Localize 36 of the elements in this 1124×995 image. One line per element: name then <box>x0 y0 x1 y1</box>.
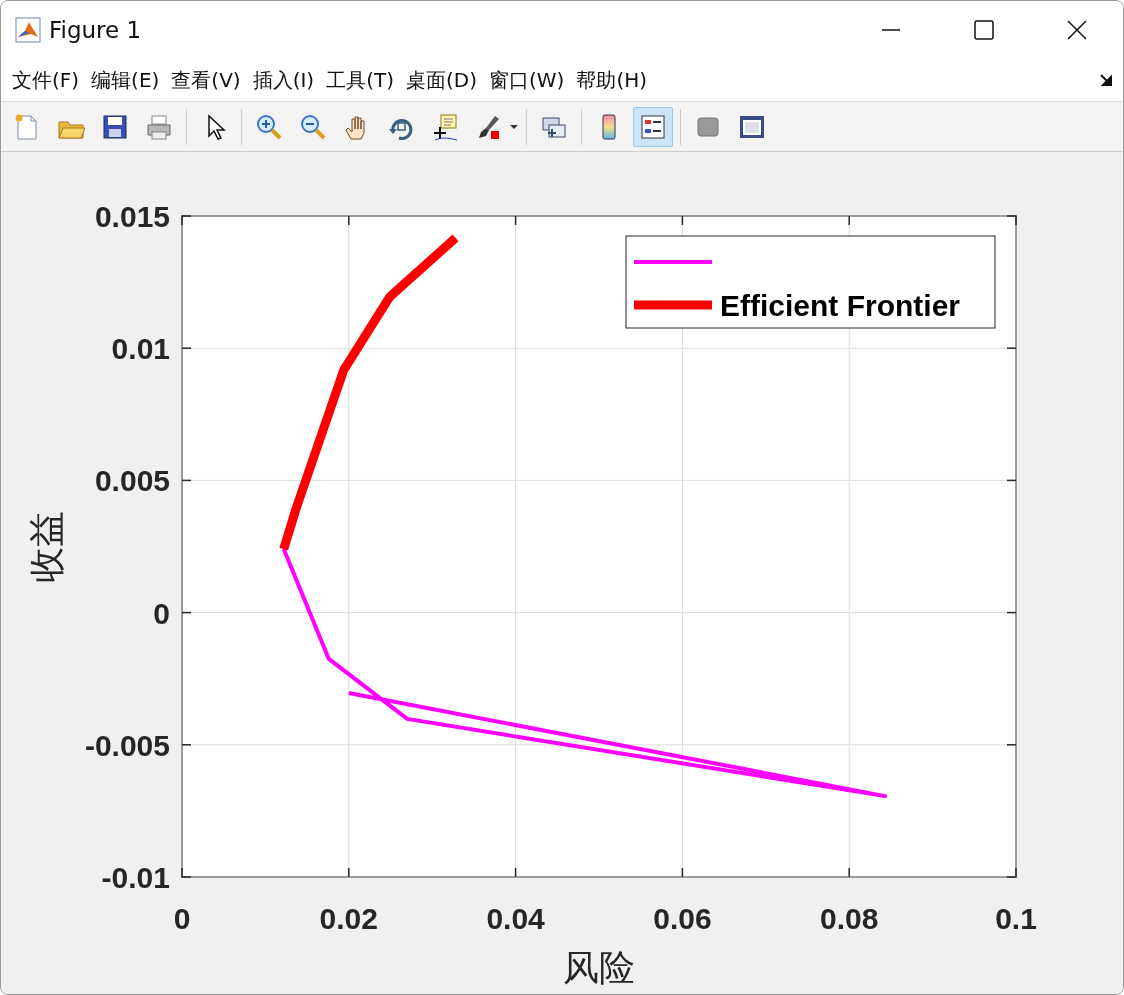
app-logo-icon <box>15 17 41 43</box>
x-tick-label: 0.06 <box>653 902 712 935</box>
y-tick-label: 0.005 <box>94 464 170 498</box>
y-tick-label: 0.01 <box>111 332 170 366</box>
zoom-out-icon <box>299 112 327 141</box>
window-title: Figure 1 <box>49 17 143 43</box>
x-tick-label: 0.1 <box>995 902 1037 935</box>
menu-item[interactable]: 查看(V) <box>166 64 246 96</box>
caret-icon[interactable] <box>509 122 519 131</box>
x-tick-label: 0.08 <box>820 902 879 935</box>
legend-tool-button[interactable] <box>633 106 673 147</box>
y-tick-label: -0.005 <box>84 728 170 762</box>
menu-item[interactable]: 桌面(D) <box>401 64 482 96</box>
legend-label: Efficient Frontier <box>720 289 960 322</box>
y-tick-label: 0.015 <box>94 200 170 233</box>
menu-item[interactable]: 帮助(H) <box>571 64 653 96</box>
close-icon <box>1066 20 1087 40</box>
minimize-icon <box>881 29 900 31</box>
x-tick-label: 0.04 <box>486 902 545 935</box>
y-tick-label: 0 <box>153 596 170 630</box>
x-axis-label: 风险 <box>563 947 635 988</box>
menu-item[interactable]: 插入(I) <box>247 64 320 96</box>
menu-item[interactable]: 文件(F) <box>7 64 85 96</box>
x-tick-label: 0 <box>173 902 191 935</box>
menu-item[interactable]: 工具(T) <box>321 64 399 96</box>
data-cursor-icon <box>431 112 459 141</box>
x-tick-label: 0.02 <box>319 902 378 935</box>
printer-icon <box>145 112 173 141</box>
y-axis-label: 收益 <box>26 510 67 583</box>
maximize-icon <box>973 20 994 40</box>
menu-item[interactable]: 窗口(W) <box>484 64 570 96</box>
menu-item[interactable]: 编辑(E) <box>86 64 165 96</box>
zoom-in-icon <box>255 112 283 141</box>
y-tick-label: -0.01 <box>101 861 170 894</box>
dock-arrow-icon[interactable] <box>1099 73 1113 87</box>
legend-icon <box>639 112 667 141</box>
